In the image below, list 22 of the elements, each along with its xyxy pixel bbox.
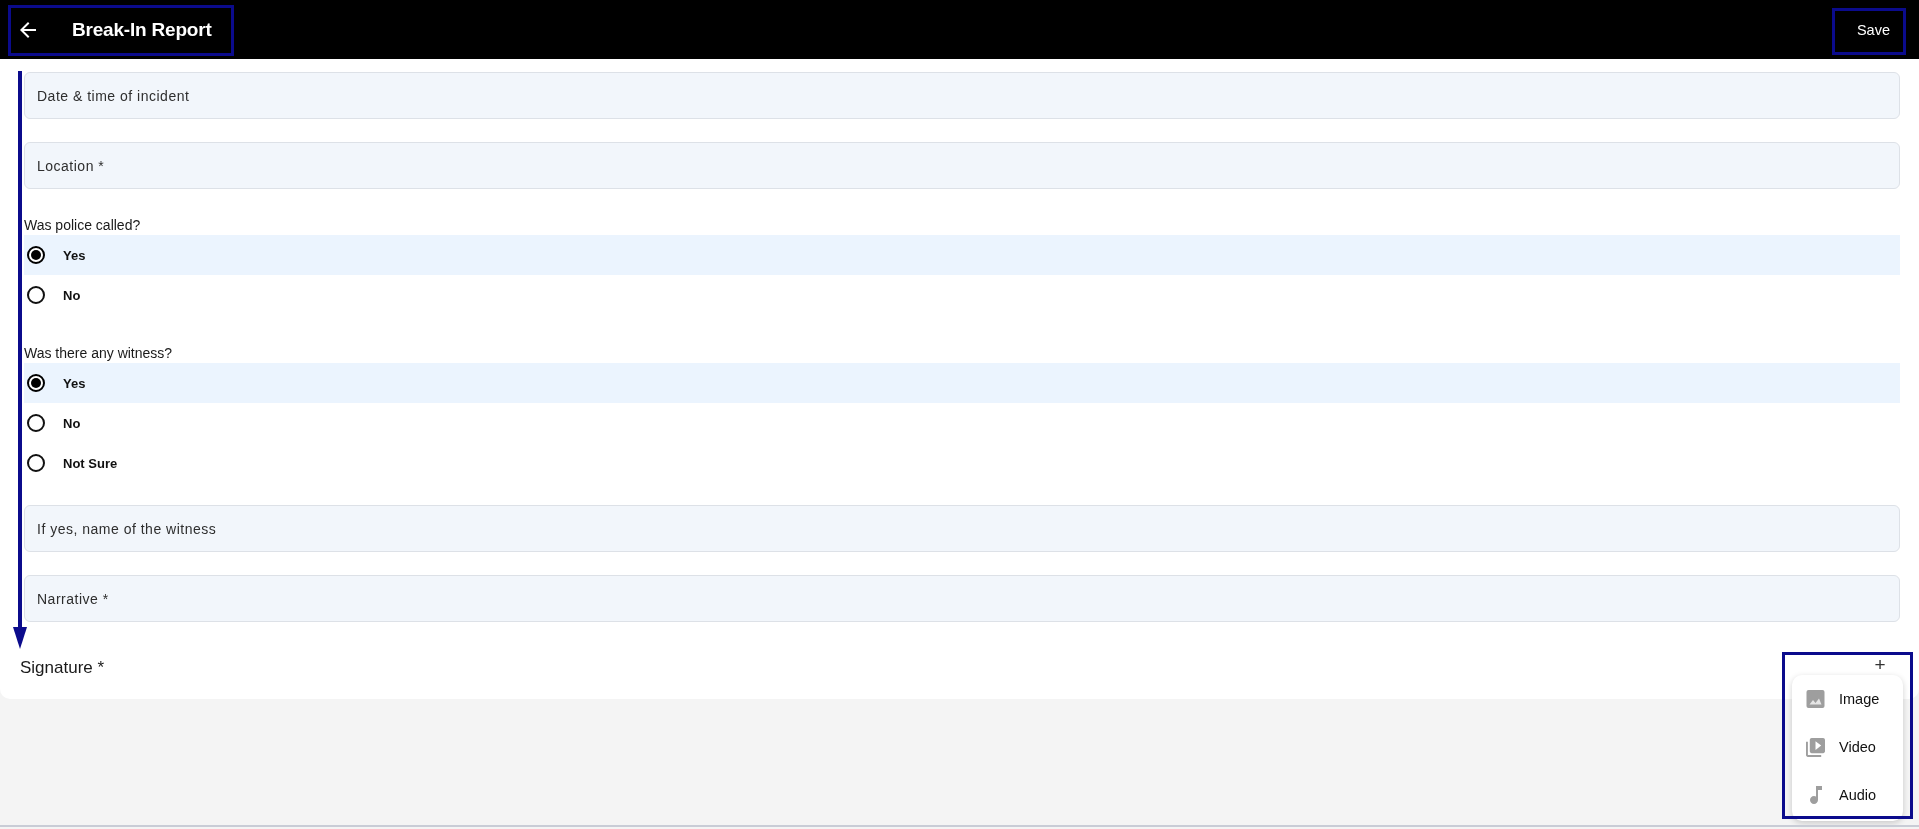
back-arrow-icon [20, 21, 36, 38]
page-title: Break-In Report [72, 18, 212, 41]
menu-item[interactable]: Image [1792, 675, 1903, 723]
image-icon [1806, 690, 1825, 708]
question-label: Was there any witness? [24, 344, 174, 362]
text-field[interactable]: Date & time of incident [24, 72, 1900, 119]
save-button[interactable]: Save [1843, 13, 1903, 46]
text-field[interactable]: If yes, name of the witness [24, 505, 1900, 552]
text-field[interactable]: Location * [24, 142, 1900, 189]
signature-label: Signature * [20, 657, 105, 679]
menu-item[interactable]: Audio [1792, 771, 1903, 819]
radio-option[interactable]: No [24, 275, 1900, 315]
text-field[interactable]: Narrative * [24, 575, 1900, 622]
radio-option[interactable]: No [24, 403, 1900, 443]
video-library-icon [1806, 737, 1825, 757]
radio-option[interactable]: Not Sure [24, 443, 1900, 483]
radio-option[interactable]: Yes [24, 235, 1900, 275]
add-button[interactable]: + [1871, 656, 1889, 674]
radio-option[interactable]: Yes [24, 363, 1900, 403]
menu-item[interactable]: Video [1792, 723, 1903, 771]
question-label: Was police called? [24, 216, 142, 234]
music-note-icon [1810, 786, 1822, 804]
